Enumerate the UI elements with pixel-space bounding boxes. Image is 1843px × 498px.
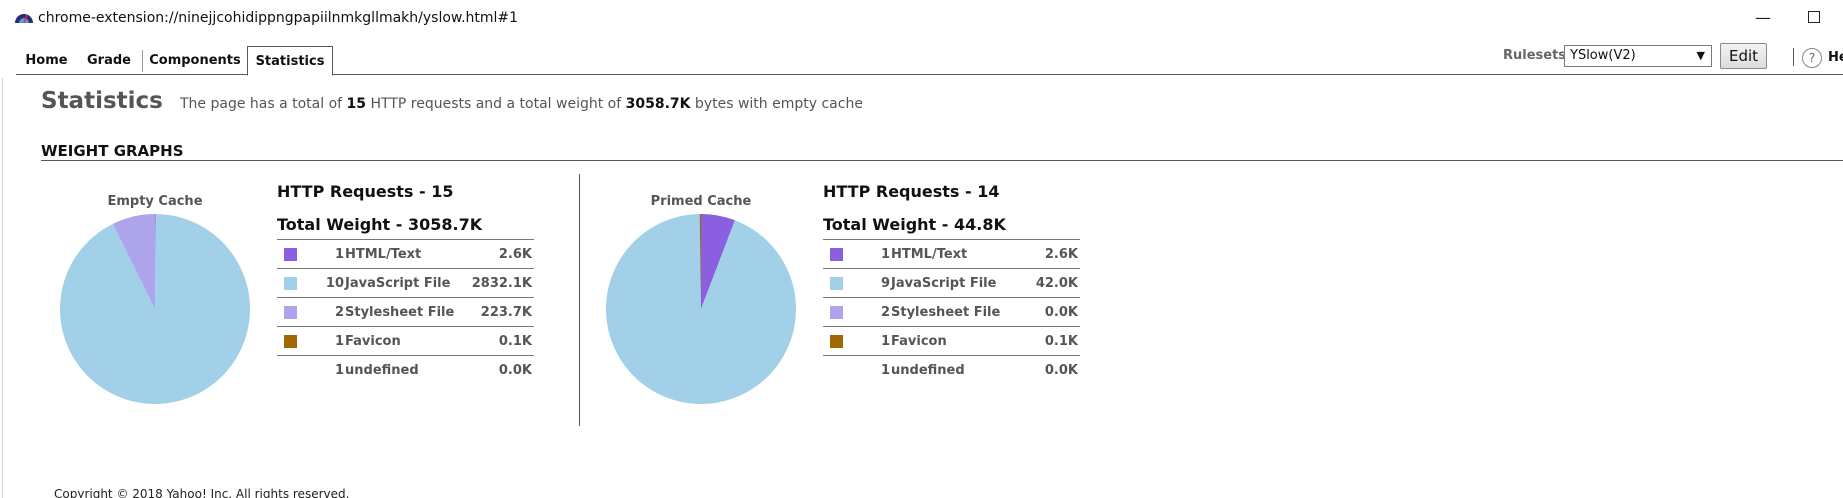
request-count: 1	[880, 247, 890, 262]
summary-total-weight: 3058.7K	[625, 96, 691, 112]
legend-swatch	[830, 277, 843, 290]
component-type: Favicon	[345, 334, 401, 349]
empty-cache-requests-title: HTTP Requests - 15	[277, 182, 454, 201]
table-row: 10 JavaScript File 2832.1K	[277, 268, 534, 297]
help-icon[interactable]: ?	[1802, 48, 1822, 68]
summary-total-requests: 15	[346, 96, 367, 112]
table-row: 9 JavaScript File 42.0K	[823, 268, 1080, 297]
request-count: 1	[334, 247, 344, 262]
component-size: 2832.1K	[471, 276, 532, 291]
component-size: 2.6K	[498, 247, 532, 262]
help-link[interactable]: He	[1828, 50, 1843, 65]
legend-swatch	[830, 335, 843, 348]
tab-home[interactable]: Home	[16, 46, 77, 75]
table-row: 1 HTML/Text 2.6K	[277, 239, 534, 268]
component-size: 223.7K	[480, 305, 532, 320]
section-divider	[41, 160, 1843, 161]
rulesets-label: Rulesets	[1503, 48, 1567, 63]
page-title: Statistics	[41, 88, 163, 114]
legend-swatch	[284, 335, 297, 348]
request-count: 2	[334, 305, 344, 320]
edit-ruleset-button[interactable]: Edit	[1720, 43, 1767, 69]
component-size: 42.0K	[1035, 276, 1078, 291]
table-row: 2 Stylesheet File 223.7K	[277, 297, 534, 326]
maximize-icon	[1808, 11, 1820, 23]
table-row: 2 Stylesheet File 0.0K	[823, 297, 1080, 326]
legend-swatch	[284, 306, 297, 319]
request-count: 9	[880, 276, 890, 291]
request-count: 10	[325, 276, 344, 291]
component-type: Stylesheet File	[891, 305, 1001, 320]
request-count: 2	[880, 305, 890, 320]
component-type: HTML/Text	[345, 247, 422, 262]
component-size: 0.0K	[1044, 363, 1078, 378]
component-size: 0.0K	[498, 363, 532, 378]
component-type: JavaScript File	[891, 276, 997, 291]
empty-cache-table: 1 HTML/Text 2.6K 10 JavaScript File 2832.1K 2 S…	[277, 239, 534, 384]
component-size: 0.1K	[1044, 334, 1078, 349]
window-url: chrome-extension://ninejjcohidippngpapii…	[38, 10, 519, 26]
dropdown-arrow-icon: ▼	[1696, 49, 1705, 62]
weight-graphs-heading: WEIGHT GRAPHS	[41, 142, 184, 160]
request-count: 1	[880, 334, 890, 349]
table-row: 1 HTML/Text 2.6K	[823, 239, 1080, 268]
rulesets-select[interactable]: YSlow(V2) ▼	[1564, 45, 1712, 67]
component-size: 0.1K	[498, 334, 532, 349]
component-type: undefined	[891, 363, 965, 378]
tab-components[interactable]: Components	[144, 46, 246, 75]
empty-cache-label: Empty Cache	[107, 194, 203, 209]
request-count: 1	[334, 334, 344, 349]
tab-separator	[142, 50, 143, 72]
tab-grade[interactable]: Grade	[76, 46, 142, 75]
maximize-button[interactable]	[1800, 6, 1830, 30]
primed-cache-table: 1 HTML/Text 2.6K 9 JavaScript File 42.0K 2 Styl…	[823, 239, 1080, 384]
rulesets-selected-value: YSlow(V2)	[1570, 48, 1636, 63]
component-type: Stylesheet File	[345, 305, 455, 320]
legend-swatch	[830, 248, 843, 261]
tab-statistics[interactable]: Statistics	[247, 46, 333, 76]
panel-left-border	[2, 78, 3, 498]
table-row: 1 Favicon 0.1K	[277, 326, 534, 355]
component-type: undefined	[345, 363, 419, 378]
table-row: 1 Favicon 0.1K	[823, 326, 1080, 355]
primed-cache-requests-title: HTTP Requests - 14	[823, 182, 1000, 201]
component-size: 0.0K	[1044, 305, 1078, 320]
primed-cache-pie-chart	[606, 214, 796, 404]
copyright-footer: Copyright © 2018 Yahoo! Inc. All rights …	[54, 487, 350, 498]
summary-text-start: The page has a total of	[180, 96, 347, 112]
table-row: 1 undefined 0.0K	[277, 355, 534, 384]
minimize-button[interactable]: —	[1748, 6, 1778, 30]
component-type: JavaScript File	[345, 276, 451, 291]
summary-text-end: bytes with empty cache	[690, 96, 863, 112]
summary-text-mid: HTTP requests and a total weight of	[366, 96, 626, 112]
legend-swatch	[284, 277, 297, 290]
cache-divider	[579, 174, 580, 426]
table-row: 1 undefined 0.0K	[823, 355, 1080, 384]
legend-swatch	[830, 306, 843, 319]
empty-cache-pie-chart	[60, 214, 250, 404]
request-count: 1	[334, 363, 344, 378]
legend-swatch	[284, 248, 297, 261]
component-type: Favicon	[891, 334, 947, 349]
toolbar-separator	[1793, 48, 1794, 66]
window-title-bar: chrome-extension://ninejjcohidippngpapii…	[0, 0, 1843, 38]
component-type: HTML/Text	[891, 247, 968, 262]
yslow-app-icon	[15, 14, 33, 24]
primed-cache-label: Primed Cache	[650, 194, 752, 209]
statistics-summary: The page has a total of 15 HTTP requests…	[180, 96, 863, 112]
component-size: 2.6K	[1044, 247, 1078, 262]
empty-cache-weight-title: Total Weight - 3058.7K	[277, 215, 483, 234]
primed-cache-weight-title: Total Weight - 44.8K	[823, 215, 1006, 234]
request-count: 1	[880, 363, 890, 378]
